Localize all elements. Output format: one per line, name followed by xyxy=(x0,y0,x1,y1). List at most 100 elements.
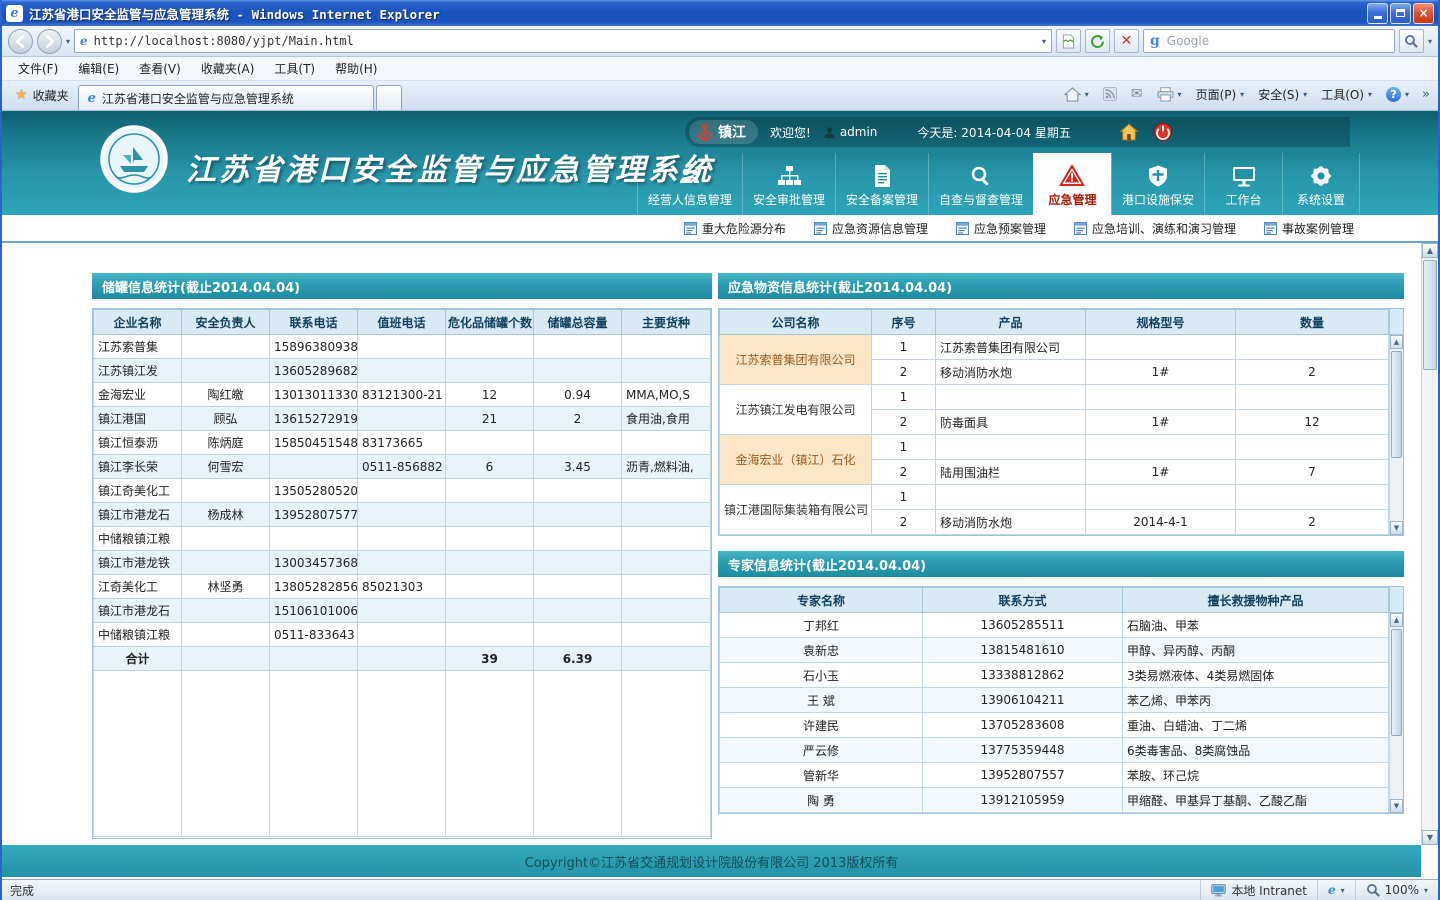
scroll-track[interactable] xyxy=(1390,627,1403,799)
scroll-up-button[interactable]: ▲ xyxy=(1390,613,1403,627)
address-dropdown-icon[interactable]: ▾ xyxy=(1042,37,1046,46)
panel-title: 专家信息统计(截止2014.04.04) xyxy=(728,555,926,574)
forward-button[interactable] xyxy=(37,29,62,54)
cell xyxy=(622,551,711,575)
tools-menu-button[interactable]: 工具(O)▾ xyxy=(1316,83,1377,106)
history-dropdown-icon[interactable]: ▾ xyxy=(66,37,70,46)
read-mail-button[interactable]: ✉ xyxy=(1126,83,1148,105)
scroll-thumb[interactable] xyxy=(1423,260,1437,370)
page-scrollbar[interactable]: ▲ ▼ xyxy=(1421,243,1438,845)
nav-item-emergency[interactable]: 应急管理 xyxy=(1033,153,1111,215)
menu-favorites[interactable]: 收藏夹(A) xyxy=(191,57,265,80)
protected-mode-button[interactable]: e ▾ xyxy=(1317,880,1355,900)
page-viewport: 江苏省港口安全监管与应急管理系统 镇江 欢迎您! admin 今天是: 2014… xyxy=(2,111,1438,879)
city-selector[interactable]: 镇江 xyxy=(689,120,758,144)
back-button[interactable] xyxy=(8,29,33,54)
cell: 13705283608 xyxy=(923,713,1123,738)
cell: 2 xyxy=(872,460,936,485)
cell xyxy=(182,623,270,647)
submenu-item-resource-info[interactable]: 应急资源信息管理 xyxy=(814,220,928,237)
scroll-down-button[interactable]: ▼ xyxy=(1422,830,1438,845)
cell xyxy=(936,435,1086,460)
favorites-button[interactable]: ★ 收藏夹 xyxy=(6,83,78,107)
table-header-row: 企业名称 安全负责人 联系电话 值班电话 危化品储罐个数 储罐总容量 主要货种 xyxy=(94,310,711,335)
refresh-button[interactable] xyxy=(1085,29,1110,53)
home-icon xyxy=(1119,123,1139,141)
search-button[interactable] xyxy=(1399,29,1424,53)
scroll-down-button[interactable]: ▼ xyxy=(1390,521,1403,535)
magnifier-icon xyxy=(968,161,993,188)
column-header: 擅长救援物种产品 xyxy=(1123,588,1389,613)
search-dropdown-icon[interactable]: ▾ xyxy=(1428,37,1432,46)
company-cell: 江苏索普集团有限公司 xyxy=(720,335,872,385)
print-icon xyxy=(1157,87,1174,102)
menu-file[interactable]: 文件(F) xyxy=(8,57,68,80)
nav-item-safety-filing[interactable]: 安全备案管理 xyxy=(835,153,928,215)
overflow-chevron[interactable]: » xyxy=(1418,87,1434,102)
nav-item-safety-approval[interactable]: 安全审批管理 xyxy=(742,153,835,215)
submenu-item-plan-management[interactable]: 应急预案管理 xyxy=(956,220,1046,237)
zoom-control[interactable]: 100% ▾ xyxy=(1355,880,1438,900)
safety-menu-button[interactable]: 安全(S)▾ xyxy=(1253,83,1312,106)
cell xyxy=(622,623,711,647)
scroll-up-button[interactable]: ▲ xyxy=(1422,243,1438,258)
search-icon xyxy=(1404,34,1418,48)
scroll-thumb[interactable] xyxy=(1391,629,1402,736)
close-button[interactable]: × xyxy=(1413,3,1434,24)
cell: 1 xyxy=(872,485,936,510)
tab-current-page[interactable]: e 江苏省港口安全监管与应急管理系统 xyxy=(78,85,374,110)
material-scrollbar[interactable]: ▲ ▼ xyxy=(1389,335,1403,535)
home-shortcut-button[interactable] xyxy=(1119,123,1139,141)
scroll-track[interactable] xyxy=(1422,258,1438,830)
help-button[interactable]: ? ▾ xyxy=(1381,84,1414,105)
nav-item-settings[interactable]: 系统设置 xyxy=(1282,153,1360,215)
page-footer: Copyright©江苏省交通规划设计院股份有限公司 2013版权所有 xyxy=(2,845,1421,877)
search-input[interactable]: g Google xyxy=(1143,29,1395,53)
menu-view[interactable]: 查看(V) xyxy=(129,57,191,80)
scroll-up-button[interactable]: ▲ xyxy=(1390,335,1403,349)
titlebar: e 江苏省港口安全监管与应急管理系统 - Windows Internet Ex… xyxy=(2,0,1438,26)
menu-edit[interactable]: 编辑(E) xyxy=(68,57,129,80)
cell xyxy=(358,671,446,837)
cell: 39 xyxy=(446,647,534,671)
cell: 江苏索普集 xyxy=(94,335,182,359)
menu-tools[interactable]: 工具(T) xyxy=(264,57,325,80)
cell xyxy=(534,479,622,503)
nav-item-workbench[interactable]: 工作台 xyxy=(1204,153,1282,215)
cell: 13952807557 xyxy=(923,763,1123,788)
feeds-button[interactable] xyxy=(1098,84,1122,104)
page-menu-button[interactable]: 页面(P)▾ xyxy=(1191,83,1250,106)
nav-item-port-security[interactable]: 港口设施保安 xyxy=(1111,153,1204,215)
home-button[interactable]: ▾ xyxy=(1059,84,1094,105)
company-cell: 江苏镇江发电有限公司 xyxy=(720,385,872,435)
submenu-item-hazard-distribution[interactable]: 重大危险源分布 xyxy=(684,220,786,237)
expert-scrollbar[interactable]: ▲ ▼ xyxy=(1389,613,1403,813)
submenu-item-case-management[interactable]: 事故案例管理 xyxy=(1264,220,1354,237)
status-bar: 完成 本地 Intranet e ▾ 100% ▾ xyxy=(2,879,1438,900)
menu-help[interactable]: 帮助(H) xyxy=(325,57,387,80)
submenu-item-training[interactable]: 应急培训、演练和演习管理 xyxy=(1074,220,1236,237)
minimize-button[interactable] xyxy=(1367,3,1388,24)
logout-button[interactable] xyxy=(1153,122,1173,142)
scroll-down-button[interactable]: ▼ xyxy=(1390,799,1403,813)
cell xyxy=(622,647,711,671)
nav-item-inspection[interactable]: 自查与督查管理 xyxy=(928,153,1033,215)
stop-button[interactable]: ✕ xyxy=(1114,29,1139,53)
scroll-thumb[interactable] xyxy=(1391,351,1402,458)
list-icon xyxy=(956,222,969,235)
maximize-button[interactable] xyxy=(1390,3,1411,24)
cell xyxy=(622,671,711,837)
scroll-track[interactable] xyxy=(1390,349,1403,521)
cell xyxy=(358,359,446,383)
compatibility-view-button[interactable] xyxy=(1056,29,1081,53)
table-row: 陶 勇13912105959甲缩醛、甲基异丁基酮、乙酸乙酯 xyxy=(720,788,1389,813)
nav-item-operators[interactable]: 经营人信息管理 xyxy=(637,153,742,215)
column-header: 公司名称 xyxy=(720,310,872,335)
cell: 中储粮镇江粮 xyxy=(94,623,182,647)
new-tab-button[interactable] xyxy=(376,85,402,110)
cell xyxy=(622,479,711,503)
cell: 甲醇、异丙醇、丙酮 xyxy=(1123,638,1389,663)
address-input[interactable]: e http://localhost:8080/yjpt/Main.html ▾ xyxy=(74,29,1052,53)
print-button[interactable]: ▾ xyxy=(1152,84,1187,105)
cell xyxy=(270,647,358,671)
